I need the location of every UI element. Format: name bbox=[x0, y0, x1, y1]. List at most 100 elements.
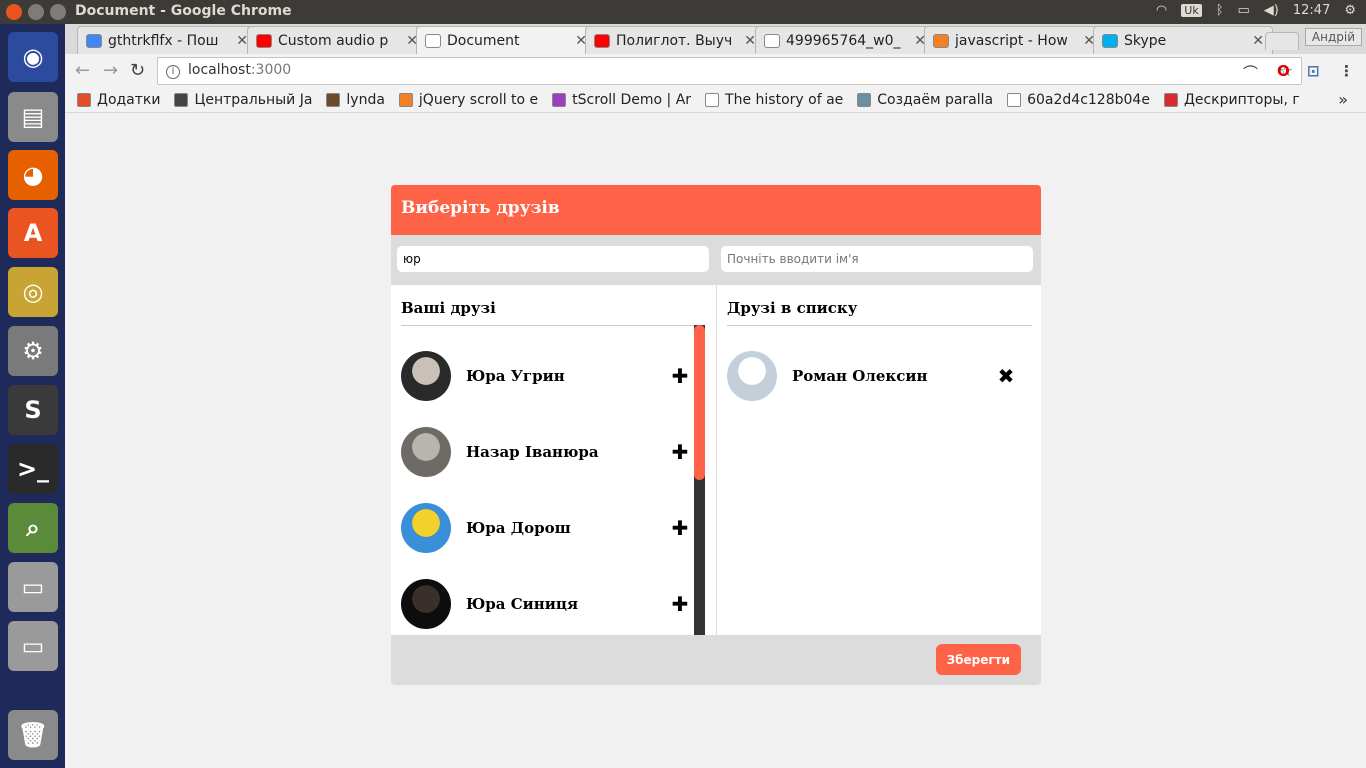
opera-icon[interactable]: O bbox=[1277, 62, 1290, 80]
extension-icon[interactable]: ⌒ bbox=[1243, 62, 1258, 83]
back-arrow-icon[interactable]: ← bbox=[75, 60, 90, 81]
bookmark-item[interactable]: tScroll Demo | Ar bbox=[552, 92, 691, 108]
add-friend-icon[interactable]: ✚ bbox=[669, 592, 691, 616]
terminal-icon[interactable]: >_ bbox=[8, 444, 58, 494]
settings-icon[interactable]: ⚙ bbox=[8, 326, 58, 376]
sublime-text-icon[interactable]: S bbox=[8, 385, 58, 435]
bluetooth-icon[interactable]: ᛒ bbox=[1216, 3, 1224, 18]
stackoverflow-icon bbox=[398, 93, 413, 107]
clock[interactable]: 12:47 bbox=[1293, 3, 1330, 18]
forward-arrow-icon[interactable]: → bbox=[103, 60, 118, 81]
bookmark-label: Дескрипторы, г bbox=[1183, 92, 1300, 108]
reload-icon[interactable]: ↻ bbox=[130, 60, 145, 81]
friend-row: Назар Іванюра ✚ bbox=[401, 427, 691, 477]
software-center-icon[interactable]: A bbox=[8, 208, 58, 258]
bookmark-icon bbox=[1163, 93, 1178, 107]
save-button[interactable]: Зберегти bbox=[935, 644, 1021, 675]
bookmark-label: Додатки bbox=[97, 92, 161, 108]
page-icon bbox=[764, 33, 780, 48]
bookmark-item[interactable]: Создаём paralla bbox=[857, 92, 993, 108]
bookmark-item[interactable]: lynda bbox=[326, 92, 385, 108]
bookmark-item[interactable]: Центральный Ja bbox=[174, 92, 312, 108]
tab[interactable]: gthtrkflfx - Пош ✕ bbox=[77, 26, 257, 54]
tab[interactable]: Custom audio p ✕ bbox=[247, 26, 427, 54]
tab-label: gthtrkflfx - Пош bbox=[108, 32, 219, 49]
volume-icon[interactable]: ◀) bbox=[1264, 3, 1279, 18]
avatar bbox=[727, 351, 777, 401]
bookmark-label: 60a2d4c128b04e bbox=[1027, 92, 1150, 108]
firefox-icon[interactable]: ◕ bbox=[8, 150, 58, 200]
tab[interactable]: Document ✕ bbox=[416, 26, 596, 54]
select-friends-dialog: Виберіть друзів Ваші друзі Юра Угрин✚Наз… bbox=[391, 185, 1041, 685]
friend-row: Юра Дорош ✚ bbox=[401, 503, 691, 553]
bookmarks-more-button[interactable]: » bbox=[1338, 90, 1348, 109]
bookmark-item[interactable]: The history of ae bbox=[705, 92, 843, 108]
friends-search-input[interactable] bbox=[397, 246, 709, 272]
vk-icon[interactable]: ⊡ bbox=[1307, 62, 1320, 80]
bookmarks-bar: Додатки Центральный Ja lynda jQuery scroll … bbox=[65, 88, 1366, 113]
drive-icon[interactable]: ▭ bbox=[8, 562, 58, 612]
bookmark-item[interactable]: 60a2d4c128b04e bbox=[1007, 92, 1150, 108]
tab-label: Skype bbox=[1124, 32, 1167, 49]
tab[interactable]: javascript - How ✕ bbox=[924, 26, 1104, 54]
trash-icon[interactable]: 🗑 bbox=[8, 710, 58, 760]
t-icon bbox=[552, 93, 567, 107]
tab[interactable]: Skype ✕ bbox=[1093, 26, 1273, 54]
friend-name: Юра Угрин bbox=[466, 367, 565, 385]
bookmark-item[interactable]: Додатки bbox=[77, 92, 160, 108]
youtube-icon bbox=[256, 33, 272, 48]
battery-icon[interactable]: ▭ bbox=[1238, 3, 1250, 18]
wifi-icon[interactable]: ◠ bbox=[1156, 3, 1167, 18]
window-minimize-button[interactable] bbox=[28, 4, 44, 20]
add-friend-icon[interactable]: ✚ bbox=[669, 364, 691, 388]
files-icon[interactable]: ▤ bbox=[8, 92, 58, 142]
tab-close-icon[interactable]: ✕ bbox=[1252, 33, 1264, 49]
image-viewer-icon[interactable]: ⌕ bbox=[8, 503, 58, 553]
window-maximize-button[interactable] bbox=[50, 4, 66, 20]
tab-label: Document bbox=[447, 32, 520, 49]
address-port: :3000 bbox=[250, 62, 292, 78]
habr-icon bbox=[857, 93, 872, 107]
your-friends-title: Ваші друзі bbox=[401, 299, 496, 317]
profile-button[interactable]: Андрій bbox=[1304, 28, 1362, 46]
chrome-icon[interactable]: ◎ bbox=[8, 267, 58, 317]
address-bar[interactable]: i localhost:3000 ☆ bbox=[157, 57, 1302, 85]
lynda-icon bbox=[326, 93, 341, 107]
add-friend-icon[interactable]: ✚ bbox=[669, 440, 691, 464]
divider bbox=[401, 325, 704, 326]
info-icon[interactable]: i bbox=[166, 65, 180, 79]
menu-dots-icon[interactable]: ⋮ bbox=[1339, 62, 1354, 80]
keyboard-layout[interactable]: Uk bbox=[1181, 4, 1202, 17]
selected-search-input[interactable] bbox=[721, 246, 1033, 272]
page-icon bbox=[1007, 93, 1022, 107]
tab-label: javascript - How bbox=[955, 32, 1068, 49]
new-tab-button[interactable] bbox=[1265, 32, 1299, 50]
page-icon bbox=[705, 93, 720, 107]
scrollbar-track[interactable] bbox=[694, 325, 705, 635]
friend-name: Назар Іванюра bbox=[466, 443, 599, 461]
add-friend-icon[interactable]: ✚ bbox=[669, 516, 691, 540]
bookmark-label: Центральный Ja bbox=[194, 92, 313, 108]
bookmark-item[interactable]: jQuery scroll to e bbox=[398, 92, 539, 108]
scrollbar-thumb[interactable] bbox=[694, 325, 705, 480]
bookmark-item[interactable]: Дескрипторы, г bbox=[1163, 92, 1300, 108]
friend-row: Юра Угрин ✚ bbox=[401, 351, 691, 401]
bookmark-label: jQuery scroll to e bbox=[418, 92, 539, 108]
ubuntu-dash-icon[interactable]: ◉ bbox=[8, 32, 58, 82]
tab[interactable]: Полиглот. Выуч ✕ bbox=[585, 26, 765, 54]
your-friends-column: Ваші друзі Юра Угрин ✚ Назар Іванюра ✚ Юра Д… bbox=[391, 285, 715, 635]
drive-icon[interactable]: ▭ bbox=[8, 621, 58, 671]
friend-name: Юра Дорош bbox=[466, 519, 571, 537]
friend-name: Юра Синиця bbox=[466, 595, 579, 613]
youtube-icon bbox=[594, 33, 610, 48]
search-row bbox=[391, 235, 1041, 285]
tab[interactable]: 499965764_w0_ ✕ bbox=[755, 26, 935, 54]
window-close-button[interactable] bbox=[6, 4, 22, 20]
remove-friend-icon[interactable]: ✖ bbox=[995, 364, 1017, 388]
system-menu-icon[interactable]: ⚙ bbox=[1344, 3, 1356, 18]
tab-label: Полиглот. Выуч bbox=[616, 32, 733, 49]
page-icon bbox=[425, 33, 441, 48]
bookmark-label: Создаём paralla bbox=[877, 92, 994, 108]
window-title: Document - Google Chrome bbox=[75, 3, 292, 19]
selected-friends-column: Друзі в списку Роман Олексин ✖ bbox=[716, 285, 1041, 635]
